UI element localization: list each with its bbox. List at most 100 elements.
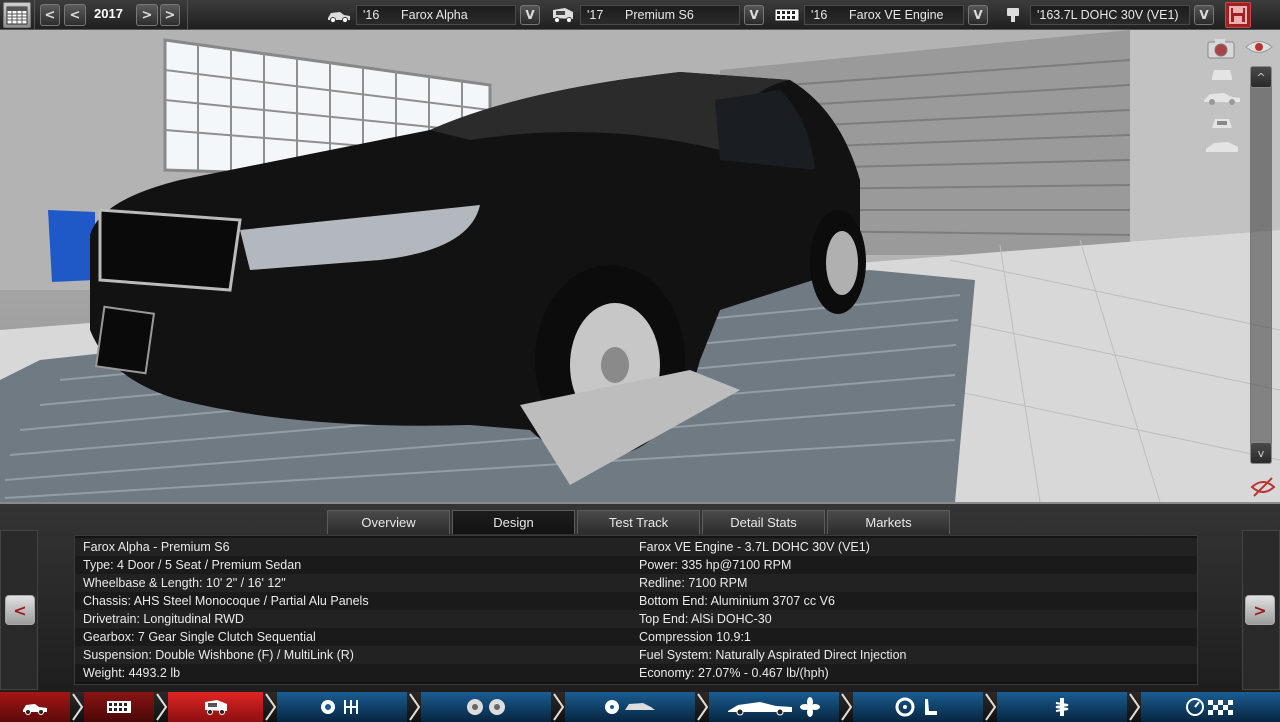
step-trim[interactable] (168, 692, 263, 722)
view-scrollbar[interactable] (1250, 66, 1272, 464)
tab-design[interactable]: Design (452, 510, 575, 534)
garage-scene (0, 30, 1280, 502)
model-year: '16 (363, 8, 380, 22)
chevron-right-icon (697, 693, 709, 721)
engine-family-name: Farox VE Engine (849, 8, 944, 22)
car-3d-viewport[interactable] (0, 30, 1280, 502)
engine-variant-dropdown-button[interactable]: V (1194, 5, 1214, 25)
trim-field[interactable]: '17 Premium S6 (580, 5, 740, 25)
body-aero-icon (728, 697, 820, 717)
trim-dropdown-button[interactable]: V (744, 5, 764, 25)
tab-overview[interactable]: Overview (327, 510, 450, 534)
car-stat-weight: Weight: 4493.2 lb (75, 664, 631, 682)
engine-variant-name: '163.7L DOHC 30V (VE1) (1037, 8, 1179, 22)
step-fixtures[interactable] (565, 692, 695, 722)
interior-icon (895, 697, 937, 717)
view-rear-icon[interactable] (1208, 114, 1236, 132)
panel-next-button[interactable]: > (1245, 595, 1275, 625)
year-prev-fast-button[interactable]: < (40, 4, 60, 26)
model-name: Farox Alpha (401, 8, 468, 22)
step-suspension[interactable] (997, 692, 1127, 722)
test-finish-icon (1185, 698, 1233, 716)
engine-family-selector: '16 Farox VE Engine V (774, 4, 996, 26)
trim-icon (204, 700, 227, 715)
engine-stat-fuel-system: Fuel System: Naturally Aspirated Direct … (631, 646, 1197, 664)
chevron-right-icon (409, 693, 421, 721)
car-stat-drivetrain: Drivetrain: Longitudinal RWD (75, 610, 631, 628)
trim-name: Premium S6 (625, 8, 694, 22)
year-label: 2017 (94, 6, 123, 21)
tab-markets[interactable]: Markets (827, 510, 950, 534)
engine-family-field[interactable]: '16 Farox VE Engine (804, 5, 964, 25)
car-stat-chassis: Chassis: AHS Steel Monocoque / Partial A… (75, 592, 631, 610)
engine-stats-column: Farox VE Engine - 3.7L DOHC 30V (VE1) Po… (631, 538, 1197, 682)
step-wheels[interactable] (421, 692, 551, 722)
step-interior[interactable] (853, 692, 983, 722)
chevron-right-icon (841, 693, 853, 721)
top-toolbar: < < 2017 > > '16 Farox Alpha V '17 Premi… (0, 0, 1280, 30)
chevron-right-icon (72, 693, 84, 721)
car-model-icon (326, 5, 352, 25)
piston-icon (1000, 5, 1026, 25)
chevron-right-icon (553, 693, 565, 721)
year-next-button[interactable]: > (136, 4, 158, 26)
engine-block-icon (774, 5, 800, 25)
chassis-icon (107, 701, 131, 713)
engine-variant-selector: '163.7L DOHC 30V (VE1) V (1000, 4, 1220, 26)
trim-icon (550, 5, 576, 25)
engine-stat-top-end: Top End: AlSi DOHC-30 (631, 610, 1197, 628)
car-stats-column: Farox Alpha - Premium S6 Type: 4 Door / … (75, 538, 631, 682)
step-test[interactable] (1141, 692, 1280, 722)
calendar-icon[interactable] (3, 2, 31, 28)
view-perspective-icon[interactable] (1204, 138, 1240, 156)
trim-year: '17 (587, 8, 604, 22)
step-car-model[interactable] (0, 692, 70, 722)
engine-stat-bottom-end: Bottom End: Aluminium 3707 cc V6 (631, 592, 1197, 610)
chevron-right-icon (985, 693, 997, 721)
engine-family-dropdown-button[interactable]: V (968, 5, 988, 25)
car-stat-wheelbase: Wheelbase & Length: 10' 2" / 16' 12" (75, 574, 631, 592)
save-icon[interactable] (1225, 2, 1251, 28)
fixtures-icon (605, 700, 655, 714)
car-stat-title: Farox Alpha - Premium S6 (75, 538, 631, 556)
tab-test-track[interactable]: Test Track (577, 510, 700, 534)
view-front-icon[interactable] (1208, 64, 1236, 82)
model-selector: '16 Farox Alpha V (326, 4, 544, 26)
engine-stat-power: Power: 335 hp@7100 RPM (631, 556, 1197, 574)
camera-icon[interactable] (1205, 36, 1239, 60)
model-dropdown-button[interactable]: V (520, 5, 540, 25)
car-stat-type: Type: 4 Door / 5 Seat / Premium Sedan (75, 556, 631, 574)
chevron-right-icon (156, 693, 168, 721)
step-body[interactable] (709, 692, 839, 722)
wheels-icon (467, 699, 505, 715)
model-field[interactable]: '16 Farox Alpha (356, 5, 516, 25)
trim-selector: '17 Premium S6 V (550, 4, 770, 26)
step-engine[interactable] (277, 692, 407, 722)
chevron-right-icon (1129, 693, 1141, 721)
eye-icon[interactable] (1244, 38, 1274, 56)
engine-stat-economy: Economy: 27.07% - 0.467 lb/(hph) (631, 664, 1197, 682)
scroll-down-button[interactable]: v (1250, 442, 1272, 464)
engine-family-year: '16 (811, 8, 828, 22)
panel-tabs: Overview Design Test Track Detail Stats … (327, 510, 950, 534)
hide-icon[interactable] (1250, 476, 1276, 498)
stats-table: Farox Alpha - Premium S6 Type: 4 Door / … (74, 535, 1198, 685)
design-steps-bar (0, 692, 1280, 722)
engine-variant-field[interactable]: '163.7L DOHC 30V (VE1) (1030, 5, 1190, 25)
engine-gearbox-icon (321, 700, 358, 714)
year-prev-button[interactable]: < (64, 4, 86, 26)
step-chassis[interactable] (84, 692, 154, 722)
chevron-right-icon (265, 693, 277, 721)
panel-prev-button[interactable]: < (5, 595, 35, 625)
engine-stat-compression: Compression 10.9:1 (631, 628, 1197, 646)
engine-stat-redline: Redline: 7100 RPM (631, 574, 1197, 592)
scroll-up-button[interactable]: ^ (1250, 66, 1272, 88)
car-stat-gearbox: Gearbox: 7 Gear Single Clutch Sequential (75, 628, 631, 646)
view-side-icon[interactable] (1202, 88, 1242, 106)
engine-stat-title: Farox VE Engine - 3.7L DOHC 30V (VE1) (631, 538, 1197, 556)
tab-detail-stats[interactable]: Detail Stats (702, 510, 825, 534)
year-next-fast-button[interactable]: > (160, 4, 180, 26)
car-model-icon (23, 704, 47, 715)
car-stat-suspension: Suspension: Double Wishbone (F) / MultiL… (75, 646, 631, 664)
suspension-icon (1055, 698, 1069, 716)
